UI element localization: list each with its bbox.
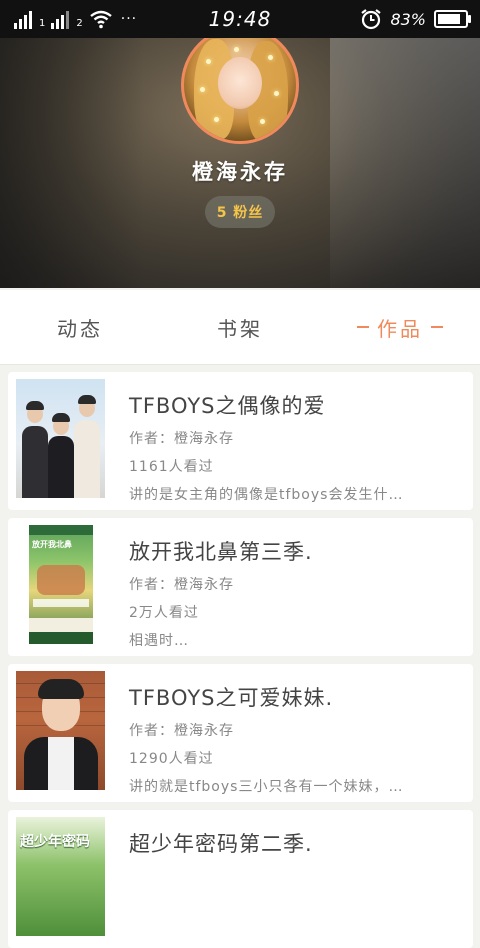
work-cover-image xyxy=(16,379,105,498)
work-cover-image: 放开我北鼻 xyxy=(29,525,93,644)
avatar[interactable] xyxy=(181,38,299,144)
sim2-label: 2 xyxy=(76,18,83,29)
work-card[interactable]: 放开我北鼻 放开我北鼻第三季. 作者：橙海永存 2万人看过 相遇时… xyxy=(8,518,473,656)
work-author: 作者：橙海永存 xyxy=(129,431,234,447)
signal-icon xyxy=(51,9,70,29)
work-title[interactable]: TFBOYS之可爱妹妹. xyxy=(129,682,455,712)
cover-title-text: 超少年密码 xyxy=(20,834,90,850)
status-left: 1 2 ··· xyxy=(0,9,204,29)
work-summary: 讲的就是tfboys三小只各有一个妹妹，… xyxy=(129,779,404,795)
work-cover-image: 超少年密码 xyxy=(16,817,105,936)
profile-header: 橙海永存 5 粉丝 xyxy=(0,38,480,288)
battery-percent: 83% xyxy=(390,9,426,29)
work-cover-image xyxy=(16,671,105,790)
tab-bookshelf[interactable]: 书架 xyxy=(160,290,320,364)
work-info: 超少年密码第二季. xyxy=(129,828,455,866)
active-indicator xyxy=(431,326,443,328)
more-notifications-icon: ··· xyxy=(120,11,138,27)
work-author: 作者：橙海永存 xyxy=(129,577,234,593)
work-card[interactable]: TFBOYS之偶像的爱 作者：橙海永存 1161人看过 讲的是女主角的偶像是tf… xyxy=(8,372,473,510)
work-info: TFBOYS之偶像的爱 作者：橙海永存 1161人看过 讲的是女主角的偶像是tf… xyxy=(129,390,455,512)
work-summary: 相遇时… xyxy=(129,633,189,649)
work-views: 1290人看过 xyxy=(129,751,214,767)
fans-count-badge[interactable]: 5 粉丝 xyxy=(205,196,275,228)
cover-poster-text: 放开我北鼻 xyxy=(32,540,72,549)
work-card[interactable]: 超少年密码 超少年密码第二季. xyxy=(8,810,473,948)
username: 橙海永存 xyxy=(192,160,288,184)
wifi-icon xyxy=(90,10,112,29)
work-views: 2万人看过 xyxy=(129,605,199,621)
work-title[interactable]: 放开我北鼻第三季. xyxy=(129,536,455,566)
profile-tabs: 动态 书架 作品 xyxy=(0,290,480,365)
status-bar: 1 2 ··· 19:48 83% xyxy=(0,0,480,38)
active-indicator xyxy=(357,326,369,328)
work-info: 放开我北鼻第三季. 作者：橙海永存 2万人看过 相遇时… xyxy=(129,536,455,658)
work-card[interactable]: TFBOYS之可爱妹妹. 作者：橙海永存 1290人看过 讲的就是tfboys三… xyxy=(8,664,473,802)
tab-label: 动态 xyxy=(57,316,103,341)
status-right: 83% xyxy=(360,8,471,30)
work-summary: 讲的是女主角的偶像是tfboys会发生什… xyxy=(129,487,404,503)
tab-activity[interactable]: 动态 xyxy=(0,290,160,364)
work-author: 作者：橙海永存 xyxy=(129,723,234,739)
sim1-label: 1 xyxy=(39,18,46,29)
work-info: TFBOYS之可爱妹妹. 作者：橙海永存 1290人看过 讲的就是tfboys三… xyxy=(129,682,455,804)
battery-icon xyxy=(434,10,471,28)
work-views: 1161人看过 xyxy=(129,459,214,475)
work-title[interactable]: TFBOYS之偶像的爱 xyxy=(129,390,455,420)
tab-label: 书架 xyxy=(217,316,263,341)
signal-icon xyxy=(14,9,32,29)
tab-works[interactable]: 作品 xyxy=(320,290,480,364)
tab-label: 作品 xyxy=(377,316,423,341)
alarm-icon xyxy=(361,9,382,30)
